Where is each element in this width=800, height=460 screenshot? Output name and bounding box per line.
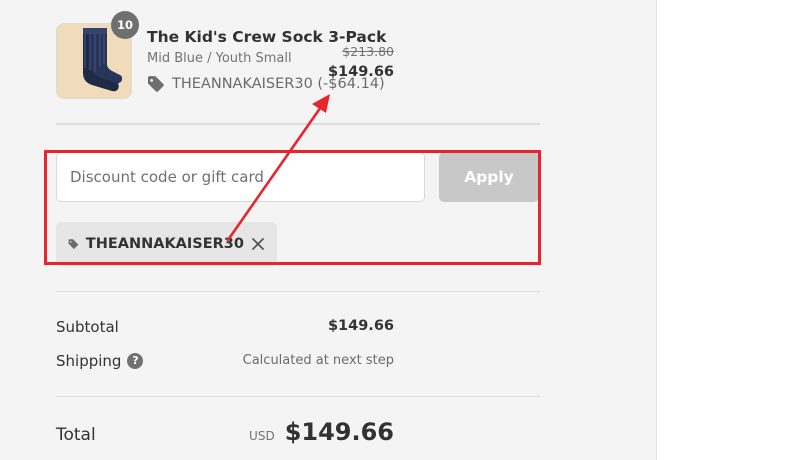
divider bbox=[56, 396, 540, 397]
subtotal-value: $149.66 bbox=[327, 318, 394, 334]
order-summary-panel: 10 The Kid's Crew Sock 3-Pack Mid Blue /… bbox=[0, 0, 657, 460]
applied-discount-tag: THEANNAKAISER30 bbox=[56, 222, 277, 266]
currency-code: USD bbox=[249, 429, 275, 443]
shipping-label: Shipping bbox=[56, 352, 122, 370]
total-amount: USD $149.66 bbox=[249, 418, 394, 446]
quantity-badge: 10 bbox=[111, 11, 139, 39]
tag-icon bbox=[148, 76, 164, 92]
discount-code-input[interactable] bbox=[56, 152, 425, 202]
shipping-value: Calculated at next step bbox=[242, 353, 394, 368]
tag-icon bbox=[68, 239, 79, 249]
total-label: Total bbox=[56, 425, 96, 445]
product-variant: Mid Blue / Youth Small bbox=[147, 51, 292, 66]
divider bbox=[56, 291, 540, 292]
product-price: $149.66 bbox=[327, 64, 394, 80]
remove-discount-button[interactable] bbox=[251, 237, 265, 251]
help-icon[interactable]: ? bbox=[127, 352, 144, 369]
subtotal-label: Subtotal bbox=[56, 318, 119, 336]
shipping-row-label: Shipping? bbox=[56, 352, 144, 370]
applied-code-label: THEANNAKAISER30 bbox=[85, 236, 244, 252]
original-price: $213.80 bbox=[342, 44, 394, 59]
close-icon bbox=[252, 238, 264, 250]
apply-button[interactable]: Apply bbox=[439, 152, 539, 202]
total-value: $149.66 bbox=[284, 418, 394, 446]
divider bbox=[56, 123, 540, 125]
